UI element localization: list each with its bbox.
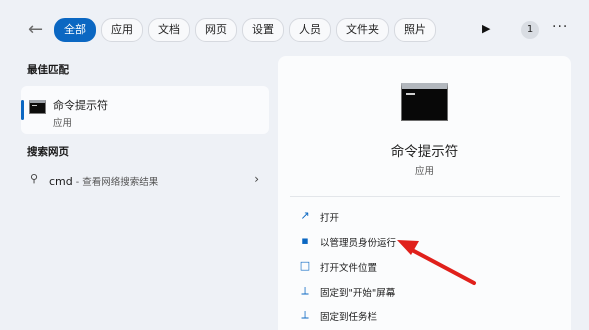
search-header: ← 全部 应用 文档 网页 设置 人员 文件夹 照片 ▶ 1 ···	[0, 0, 589, 56]
tab-people[interactable]: 人员	[289, 18, 331, 42]
tab-documents[interactable]: 文档	[148, 18, 190, 42]
filter-tabs: 全部 应用 文档 网页 设置 人员 文件夹 照片	[54, 18, 436, 42]
chevron-right-icon[interactable]: ›	[254, 172, 259, 186]
more-options-icon[interactable]: ···	[552, 19, 568, 35]
web-query-hint: - 查看网络搜索结果	[72, 177, 159, 188]
search-icon: ⚲	[30, 172, 39, 185]
action-open-file-location-label: 打开文件位置	[320, 263, 378, 274]
best-match-name: 命令提示符	[53, 99, 108, 112]
action-pin-to-start-label: 固定到"开始"屏幕	[320, 288, 396, 299]
tab-settings[interactable]: 设置	[242, 18, 284, 42]
open-external-icon: ↗	[300, 209, 310, 222]
selection-indicator	[21, 100, 24, 120]
back-arrow-icon[interactable]: ←	[28, 20, 48, 40]
pin-icon: ⟂	[301, 284, 309, 297]
preview-app-name: 命令提示符	[390, 144, 459, 160]
play-icon[interactable]: ▶	[482, 22, 490, 35]
tab-photos[interactable]: 照片	[394, 18, 436, 42]
web-query: cmd	[49, 175, 73, 188]
shield-admin-icon: ▪	[301, 234, 309, 247]
results-pane: 最佳匹配 命令提示符 应用 搜索网页 ⚲ cmd - 查看网络搜索结果 ›	[0, 56, 276, 330]
action-run-as-admin-label: 以管理员身份运行	[320, 238, 397, 249]
pin-icon: ⟂	[301, 308, 309, 321]
notification-badge[interactable]: 1	[521, 21, 539, 39]
action-open-label: 打开	[320, 213, 340, 224]
preview-app-type: 应用	[414, 166, 434, 177]
best-match-result[interactable]: 命令提示符 应用	[21, 86, 269, 134]
tab-apps[interactable]: 应用	[101, 18, 143, 42]
preview-pane: 命令提示符 应用 ↗ 打开 ▪ 以管理员身份运行 □ 打开文件位置 ⟂ 固定到"…	[278, 56, 571, 330]
web-search-result[interactable]: ⚲ cmd - 查看网络搜索结果 ›	[27, 172, 259, 190]
best-match-heading: 最佳匹配	[27, 64, 69, 76]
divider	[290, 196, 560, 197]
command-prompt-icon	[29, 100, 46, 114]
tab-folders[interactable]: 文件夹	[336, 18, 389, 42]
web-search-heading: 搜索网页	[27, 146, 69, 158]
tab-web[interactable]: 网页	[195, 18, 237, 42]
folder-icon: □	[299, 259, 311, 272]
best-match-type: 应用	[53, 118, 73, 129]
tab-all[interactable]: 全部	[54, 18, 96, 42]
action-pin-to-taskbar-label: 固定到任务栏	[320, 312, 378, 323]
command-prompt-large-icon	[401, 83, 448, 121]
